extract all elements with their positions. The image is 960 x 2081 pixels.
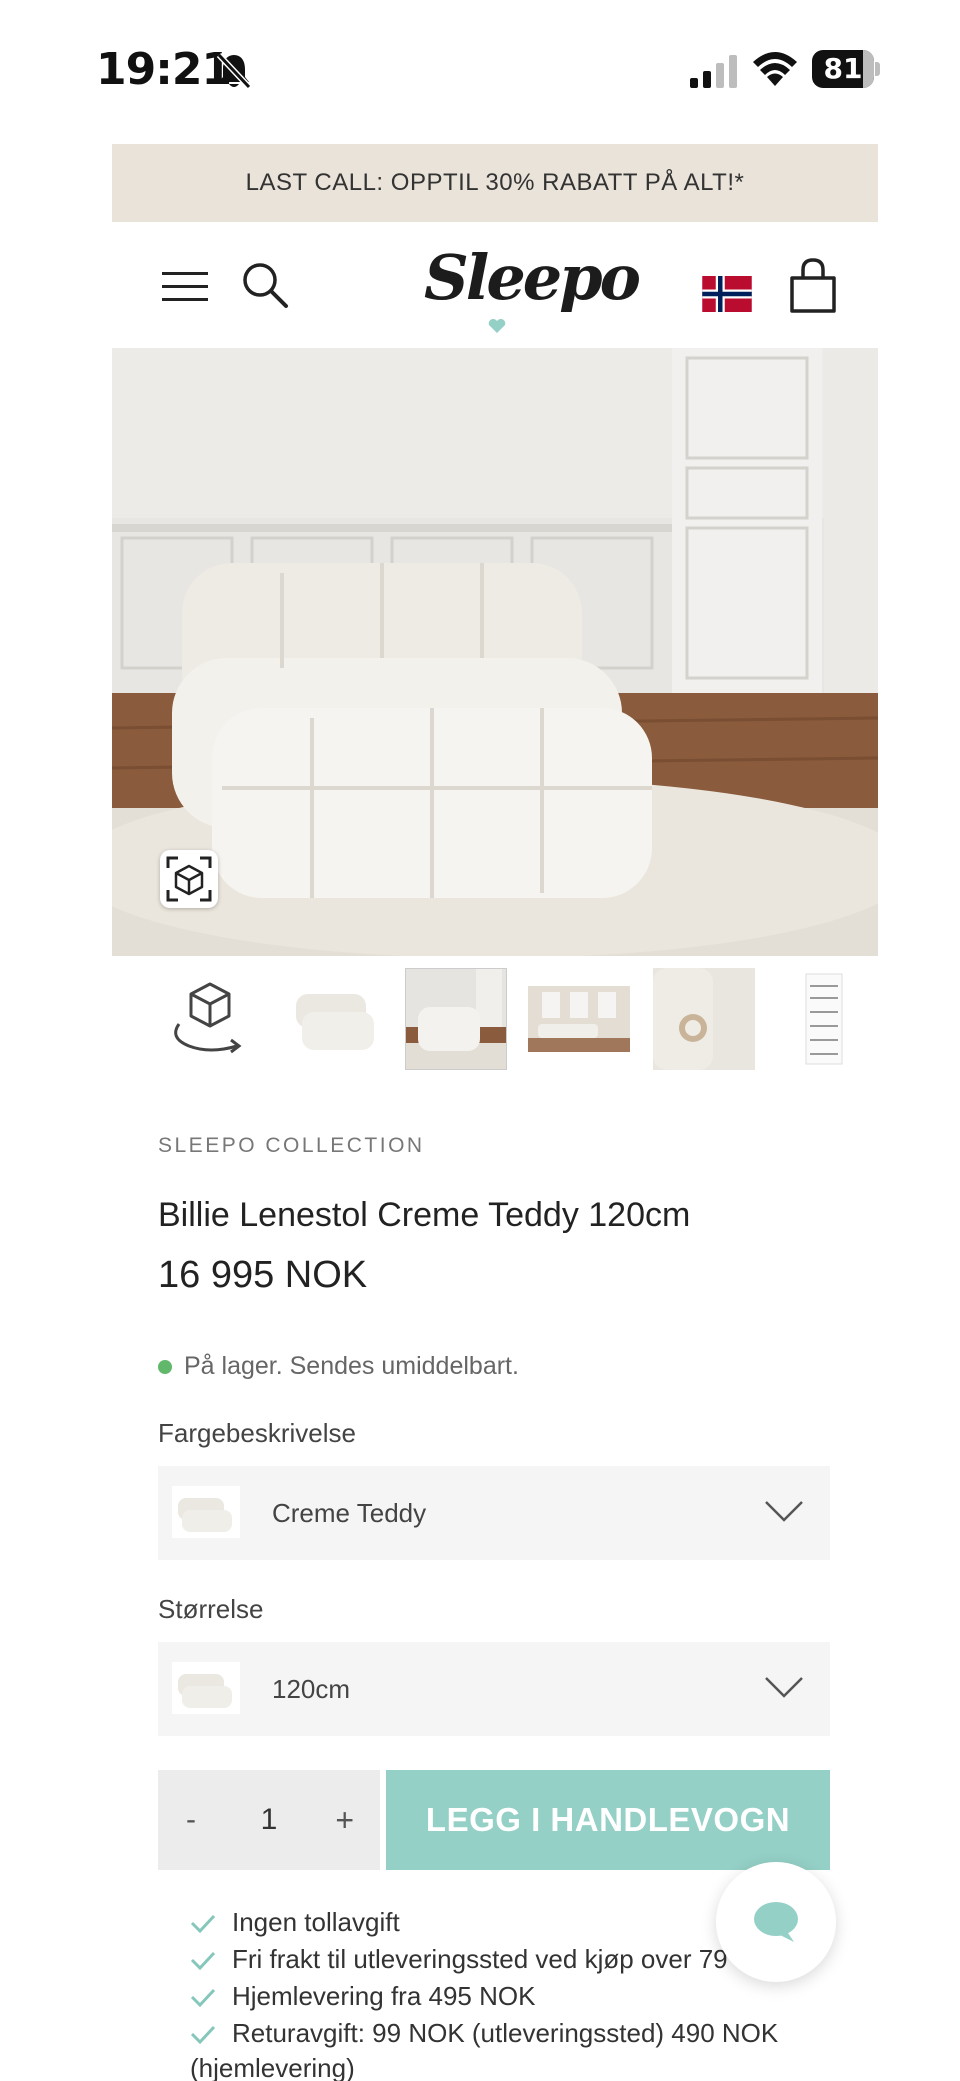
benefit-continuation: (hjemlevering) xyxy=(190,2053,355,2081)
stock-status: På lager. Sendes umiddelbart. xyxy=(158,1352,519,1381)
check-icon xyxy=(190,2025,216,2044)
color-label: Fargebeskrivelse xyxy=(158,1418,356,1448)
sleepo-logo[interactable]: Sleepo xyxy=(424,238,641,320)
status-bar: 19:21 81 xyxy=(0,0,960,140)
wifi-icon xyxy=(753,52,797,86)
check-icon xyxy=(190,1914,216,1933)
shopping-bag-icon[interactable] xyxy=(788,256,838,314)
chevron-down-icon xyxy=(765,1501,803,1522)
check-icon xyxy=(190,1951,216,1970)
product-hero-image[interactable] xyxy=(112,348,878,956)
chat-button[interactable] xyxy=(716,1862,836,1982)
lounge-chair-photo xyxy=(112,348,878,956)
color-swatch xyxy=(172,1486,240,1538)
product-price: 16 995 NOK xyxy=(158,1254,368,1296)
size-label: Størrelse xyxy=(158,1594,264,1624)
signal-icon xyxy=(690,55,737,88)
benefit-item: Hjemlevering fra 495 NOK xyxy=(190,1978,830,2015)
size-value: 120cm xyxy=(272,1674,351,1704)
stock-dot-icon xyxy=(158,1359,172,1374)
ar-cube-icon xyxy=(166,856,212,902)
ar-view-button[interactable] xyxy=(160,850,218,908)
chevron-down-icon xyxy=(765,1677,803,1698)
search-icon[interactable] xyxy=(240,260,290,310)
size-select[interactable]: 120cm xyxy=(158,1642,830,1736)
thumbnail-chair-room[interactable] xyxy=(405,968,507,1070)
product-collection[interactable]: SLEEPO COLLECTION xyxy=(158,1134,425,1158)
thumbnail-living-room[interactable] xyxy=(528,968,630,1070)
thumbnail-chair-cutout[interactable] xyxy=(282,968,384,1070)
chat-bubble-icon xyxy=(754,1902,798,1942)
benefit-text: Hjemlevering fra 495 NOK xyxy=(232,1981,536,2011)
norway-flag-icon[interactable] xyxy=(702,276,752,312)
thumbnail-assembly-guide[interactable] xyxy=(776,968,878,1070)
heart-icon xyxy=(488,318,506,333)
thumbnail-fabric-detail[interactable] xyxy=(653,968,755,1070)
product-title: Billie Lenestol Creme Teddy 120cm xyxy=(158,1196,691,1234)
thumbnail-strip xyxy=(112,968,878,1072)
3d-view-icon[interactable] xyxy=(159,968,261,1070)
benefit-text: Fri frakt til utleveringssted ved kjøp o… xyxy=(232,1944,728,1974)
quantity-increase-button[interactable]: + xyxy=(335,1770,354,1870)
hamburger-menu-icon[interactable] xyxy=(162,268,208,304)
quantity-stepper: - 1 + xyxy=(158,1770,380,1870)
quantity-value[interactable]: 1 xyxy=(254,1770,284,1870)
battery-indicator: 81 xyxy=(812,50,880,88)
color-value: Creme Teddy xyxy=(272,1498,427,1528)
benefit-text: Ingen tollavgift xyxy=(232,1907,400,1937)
battery-percent: 81 xyxy=(823,52,863,85)
promo-banner[interactable]: LAST CALL: OPPTIL 30% RABATT PÅ ALT!* xyxy=(112,144,878,222)
quantity-decrease-button[interactable]: - xyxy=(186,1770,196,1870)
benefit-text: Returavgift: 99 NOK (utleveringssted) 49… xyxy=(232,2018,779,2048)
status-time: 19:21 xyxy=(96,44,232,95)
benefit-item: Returavgift: 99 NOK (utleveringssted) 49… xyxy=(190,2015,830,2052)
color-select[interactable]: Creme Teddy xyxy=(158,1466,830,1560)
add-to-cart-button[interactable]: LEGG I HANDLEVOGN xyxy=(386,1770,830,1870)
size-swatch xyxy=(172,1662,240,1714)
bell-off-icon xyxy=(216,52,252,90)
check-icon xyxy=(190,1988,216,2007)
stock-text: På lager. Sendes umiddelbart. xyxy=(184,1352,519,1380)
site-header: Sleepo xyxy=(112,222,878,348)
